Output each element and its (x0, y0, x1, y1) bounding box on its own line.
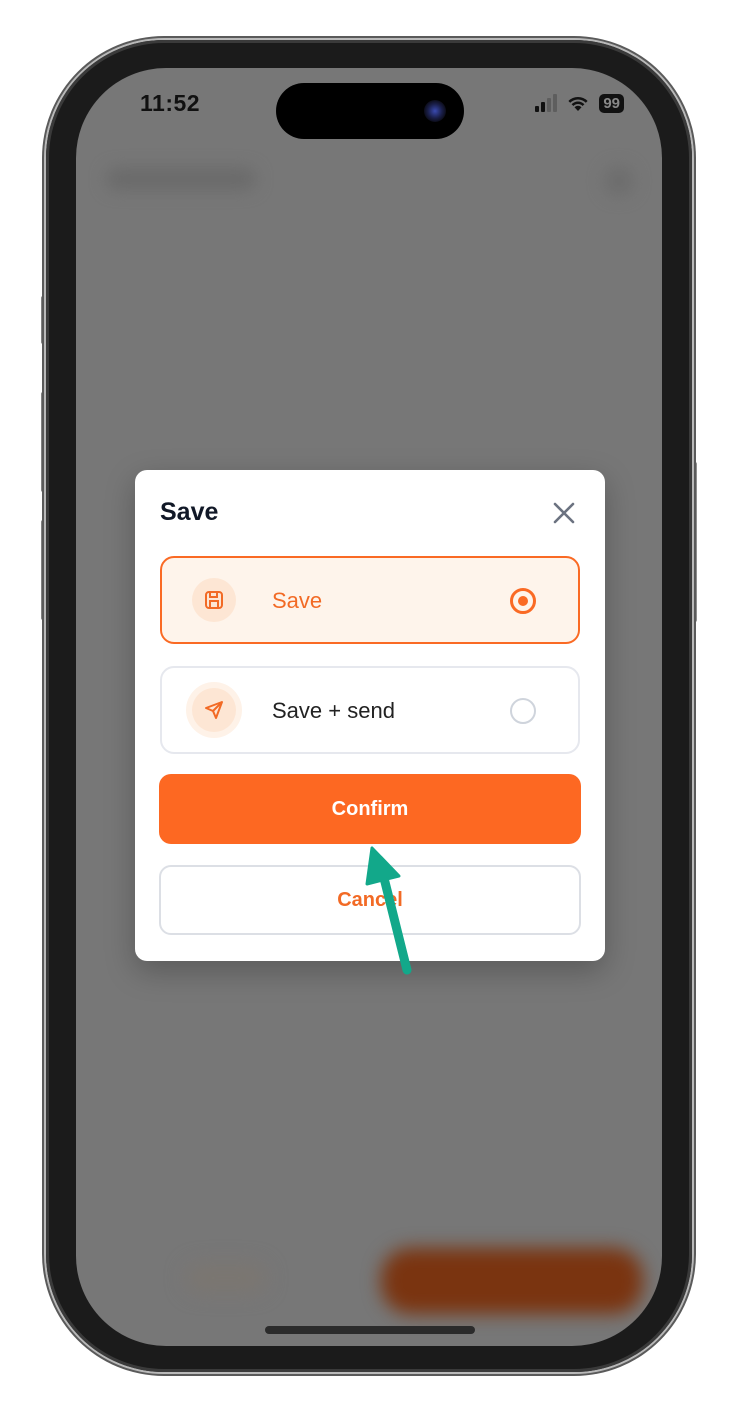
background-primary-button (381, 1248, 643, 1314)
option-icon-wrap (192, 578, 236, 622)
close-icon[interactable] (551, 500, 577, 526)
cancel-button[interactable]: Cancel (159, 865, 581, 935)
dynamic-island (276, 83, 464, 139)
option-save-send[interactable]: Save + send (160, 666, 580, 754)
status-time: 11:52 (140, 90, 201, 116)
confirm-button[interactable]: Confirm (159, 774, 581, 844)
radio-unselected[interactable] (510, 698, 536, 724)
background-secondary-button (186, 1264, 266, 1292)
power-button (692, 462, 697, 622)
option-save[interactable]: Save (160, 556, 580, 644)
battery-icon: 99 (599, 94, 624, 113)
send-icon (205, 701, 223, 719)
save-dialog: Save Save Save + send Confirm Cancel (135, 470, 605, 961)
wifi-icon (568, 96, 588, 111)
option-label: Save + send (272, 698, 395, 723)
home-indicator[interactable] (265, 1326, 475, 1334)
option-icon-wrap (192, 688, 236, 732)
radio-selected[interactable] (510, 588, 536, 614)
background-page-title (106, 168, 256, 190)
camera-icon (424, 100, 446, 122)
cellular-signal-icon (535, 94, 558, 112)
background-header-icon (604, 166, 634, 196)
floppy-disk-icon (205, 591, 223, 609)
option-label: Save (272, 588, 323, 613)
status-icons: 99 (535, 94, 624, 113)
dialog-title: Save (160, 498, 219, 526)
